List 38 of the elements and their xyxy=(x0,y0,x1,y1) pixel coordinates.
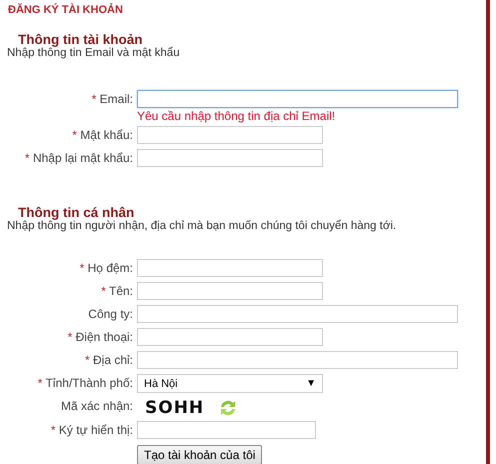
field-label: Mã xác nhận: xyxy=(60,399,133,413)
field-label: Email: xyxy=(100,92,133,106)
error-message: Yêu cầu nhập thông tin địa chỉ Email! xyxy=(137,109,336,123)
input-field[interactable] xyxy=(137,328,323,346)
field-label: Điện thoại: xyxy=(76,330,133,344)
field-label: Tên: xyxy=(108,284,133,298)
field-label: Nhập lại mật khẩu: xyxy=(32,151,133,165)
field-label: Công ty: xyxy=(88,307,133,321)
required-asterisk: * xyxy=(92,92,96,106)
input-field[interactable] xyxy=(137,305,458,323)
field-label: Họ đệm: xyxy=(88,261,133,275)
create-account-button[interactable]: Tạo tài khoản của tôi xyxy=(137,445,262,464)
section-subtitle: Nhập thông tin người nhận, địa chỉ mà bạn muốn chúng tôi chuyển hàng tới. xyxy=(7,220,398,233)
input-field[interactable] xyxy=(137,282,323,300)
field-label: Địa chỉ: xyxy=(92,353,133,367)
field-label: Mật khẩu: xyxy=(80,128,133,142)
input-field[interactable] xyxy=(137,351,458,369)
section-heading: Thông tin tài khoản xyxy=(18,32,144,47)
input-field[interactable] xyxy=(137,149,323,167)
field-label: Tỉnh/Thành phố: xyxy=(46,376,133,390)
required-asterisk: * xyxy=(50,423,56,437)
required-asterisk: * xyxy=(38,376,42,390)
required-asterisk: * xyxy=(72,128,77,142)
required-asterisk: * xyxy=(80,261,84,275)
required-asterisk: * xyxy=(84,353,90,367)
section-subtitle: Nhập thông tin Email và mật khẩu xyxy=(7,47,181,60)
input-field[interactable] xyxy=(137,421,316,439)
input-field[interactable] xyxy=(137,126,323,144)
field-label: Ký tự hiển thị: xyxy=(58,423,133,437)
captcha-image: SOHH xyxy=(145,398,204,418)
required-asterisk: * xyxy=(68,330,72,344)
input-field[interactable] xyxy=(137,259,323,277)
required-asterisk: * xyxy=(24,151,30,165)
page-title: ĐĂNG KÝ TÀI KHOẢN xyxy=(8,4,124,16)
city-dropdown[interactable]: Hà Nội ▼ xyxy=(137,374,323,393)
input-field[interactable] xyxy=(137,90,458,108)
section-heading: Thông tin cá nhân xyxy=(18,205,136,220)
required-asterisk: * xyxy=(101,284,106,298)
